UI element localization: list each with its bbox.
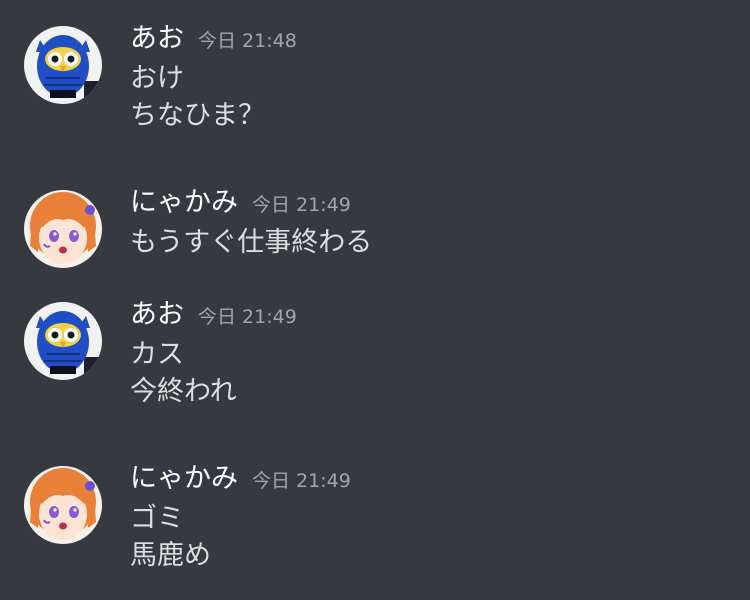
message-line: 今終われ (130, 376, 237, 407)
message-content: カス 今終われ (130, 336, 237, 410)
timestamp[interactable]: 今日 21:48 (198, 30, 297, 52)
owl-avatar[interactable] (24, 302, 102, 380)
message-line: カス (130, 339, 184, 370)
message-header: にゃかみ 今日 21:49 (130, 462, 351, 496)
anime-girl-avatar[interactable] (24, 190, 102, 268)
message-header: あお 今日 21:49 (130, 298, 297, 332)
timestamp[interactable]: 今日 21:49 (198, 306, 297, 328)
message-line: もうすぐ仕事終わる (130, 227, 373, 258)
username[interactable]: あお (130, 23, 184, 54)
owl-avatar-icon (24, 302, 102, 380)
timestamp[interactable]: 今日 21:49 (252, 194, 351, 216)
message-line: おけ (130, 63, 184, 94)
message-line: ちなひま？ (130, 100, 265, 131)
anime-girl-avatar[interactable] (24, 466, 102, 544)
timestamp[interactable]: 今日 21:49 (252, 470, 351, 492)
message-line: 馬鹿め (130, 540, 211, 571)
message-content: おけ ちなひま？ (130, 60, 265, 134)
anime-girl-avatar-icon (24, 190, 102, 268)
chat-messages: あお 今日 21:48 おけ ちなひま？ にゃかみ 今日 21:49 もうすぐ仕事終… (0, 0, 750, 600)
message-content: もうすぐ仕事終わる (130, 224, 372, 261)
message-header: にゃかみ 今日 21:49 (130, 186, 351, 220)
message-line: ゴミ (130, 503, 184, 534)
username[interactable]: あお (130, 299, 184, 330)
owl-avatar-icon (24, 26, 102, 104)
username[interactable]: にゃかみ (130, 463, 238, 494)
message-header: あお 今日 21:48 (130, 22, 297, 56)
anime-girl-avatar-icon (24, 466, 102, 544)
message-content: ゴミ 馬鹿め (130, 500, 211, 574)
owl-avatar[interactable] (24, 26, 102, 104)
username[interactable]: にゃかみ (130, 187, 238, 218)
